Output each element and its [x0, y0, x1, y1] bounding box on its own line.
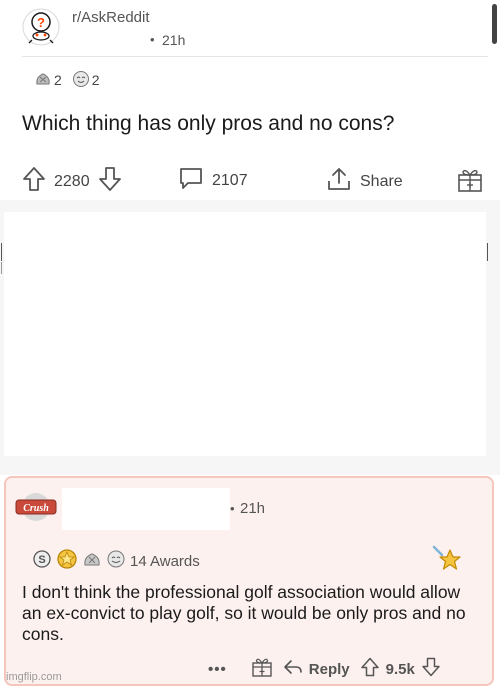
gift-icon — [456, 169, 484, 198]
subreddit-name-link[interactable]: r/AskReddit — [72, 9, 150, 26]
award-count: 2 — [91, 72, 100, 88]
awards-count-label: 14 Awards — [130, 552, 200, 570]
comment-timestamp: 21h — [240, 500, 266, 517]
wholesome-award-icon — [106, 549, 126, 573]
separator-dot: • — [230, 501, 235, 516]
comment-actions: ••• Reply 9.5k — [208, 656, 441, 682]
comment-score: 9.5k — [385, 660, 415, 678]
post-vote-group: 2280 — [22, 166, 122, 197]
post-timestamp: 21h — [162, 32, 186, 48]
separator-dot: • — [150, 32, 155, 47]
bag-award-icon — [82, 549, 102, 573]
silver-award-icon: S — [32, 549, 52, 573]
post-awards[interactable]: 2 2 — [34, 70, 100, 90]
give-award-button[interactable] — [456, 166, 484, 199]
downvote-arrow-icon[interactable] — [98, 166, 122, 197]
subreddit-avatar-icon[interactable]: ? — [22, 8, 60, 46]
reply-button[interactable]: Reply — [283, 659, 350, 679]
silver-bag-award-icon — [34, 70, 52, 91]
edge-mark — [487, 243, 488, 261]
share-icon — [326, 166, 352, 197]
comment-vote-group: 9.5k — [360, 657, 441, 681]
comment-bubble-icon — [178, 166, 204, 195]
edge-mark — [1, 262, 2, 274]
blank-panel — [4, 212, 486, 456]
post-title[interactable]: Which thing has only pros and no cons? — [22, 112, 394, 136]
gold-award-icon — [56, 548, 78, 574]
header-divider — [22, 56, 488, 57]
more-options-button[interactable]: ••• — [208, 661, 227, 678]
svg-text:?: ? — [37, 15, 45, 30]
upvote-arrow-icon[interactable] — [22, 166, 46, 197]
upvote-count: 2280 — [54, 172, 90, 190]
reply-arrow-icon — [283, 659, 303, 679]
comment-awards[interactable]: S 14 Awards — [32, 548, 200, 574]
avatar-brand-text: Crush — [23, 503, 49, 514]
give-award-button[interactable] — [251, 656, 273, 682]
wholesome-award-icon — [72, 70, 90, 91]
svg-text:S: S — [38, 554, 45, 566]
reply-label: Reply — [308, 660, 350, 678]
comment-count: 2107 — [212, 171, 248, 189]
comments-button[interactable]: 2107 — [178, 166, 248, 195]
share-label: Share — [360, 172, 403, 190]
scrollbar[interactable] — [492, 4, 497, 44]
redacted-username — [62, 488, 230, 530]
comment-body: I don't think the professional golf asso… — [22, 582, 466, 644]
award-count: 2 — [54, 72, 62, 88]
star-award-icon — [432, 545, 462, 573]
user-avatar[interactable]: Crush — [15, 492, 57, 522]
downvote-arrow-icon[interactable] — [421, 657, 441, 681]
share-button[interactable]: Share — [326, 166, 403, 197]
edge-mark — [1, 243, 2, 261]
watermark: imgflip.com — [6, 671, 62, 683]
upvote-arrow-icon[interactable] — [360, 657, 380, 681]
